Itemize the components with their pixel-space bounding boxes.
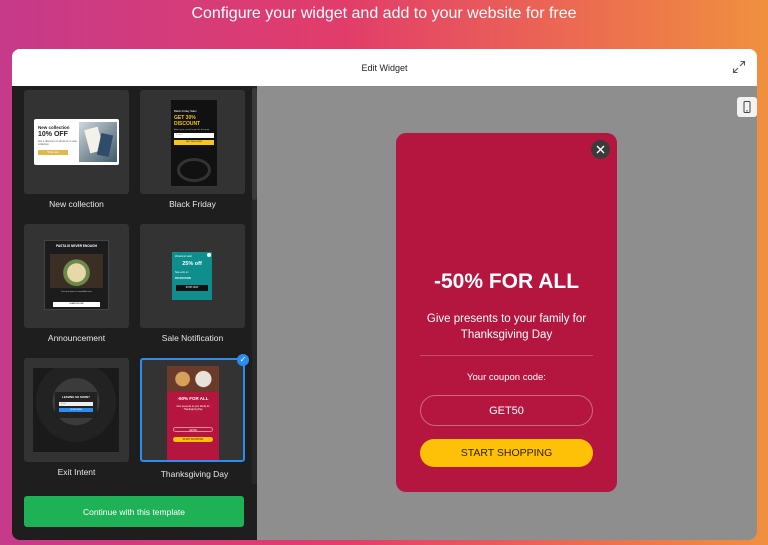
template-label: New collection (49, 199, 104, 209)
page-banner: Configure your widget and add to your we… (191, 5, 577, 22)
template-card-exit-intent[interactable]: LEAVING SO SOON? Email SUBSCRIBE Exit In… (24, 358, 129, 477)
sidebar-footer: Continue with this template (12, 484, 257, 540)
modal-title: Edit Widget (361, 62, 408, 73)
template-card-announcement[interactable]: PASTA IS NEVER ENOUGH Our new menu is av… (24, 224, 129, 343)
template-thumbnail: LEAVING SO SOON? Email SUBSCRIBE (33, 368, 119, 452)
modal-body: New collection 10% OFF Get a discount on… (12, 86, 757, 540)
template-label: Sale Notification (161, 333, 224, 343)
popup-title: -50% FOR ALL (433, 270, 580, 293)
template-thumbnail: Weekend sale! 25% off Sale ends on PAYDA… (172, 252, 212, 300)
edit-widget-modal: Edit Widget New collection 10% OFF Get a… (12, 49, 757, 540)
template-card-black-friday[interactable]: Black Friday Sale! GET 30% DISCOUNT Ente… (140, 90, 245, 209)
template-thumbnail: -50% FOR ALL Give presents to your famil… (167, 366, 219, 460)
template-card-new-collection[interactable]: New collection 10% OFF Get a discount on… (24, 90, 129, 209)
template-label: Black Friday (169, 199, 216, 209)
template-thumbnail: PASTA IS NEVER ENOUGH Our new menu is av… (44, 240, 109, 310)
template-label: Exit Intent (57, 467, 96, 477)
divider (420, 355, 593, 356)
template-label: Announcement (47, 333, 106, 343)
template-card-sale-notification[interactable]: Weekend sale! 25% off Sale ends on PAYDA… (140, 224, 245, 343)
template-label: Thanksgiving Day (160, 469, 229, 479)
template-thumbnail: Black Friday Sale! GET 30% DISCOUNT Ente… (171, 100, 217, 186)
popup-subtitle: Give presents to your family for Thanksg… (426, 313, 587, 341)
template-sidebar: New collection 10% OFF Get a discount on… (12, 86, 257, 540)
coupon-label: Your coupon code: (467, 372, 546, 383)
widget-popup: -50% FOR ALL Give presents to your famil… (396, 133, 617, 492)
mobile-phone-icon[interactable] (737, 97, 757, 117)
close-icon (207, 253, 211, 257)
continue-with-template-button[interactable]: Continue with this template (24, 496, 244, 527)
modal-header: Edit Widget (12, 49, 757, 86)
template-card-thanksgiving-day[interactable]: ✓ -50% FOR ALL Give presents to your fam… (140, 354, 249, 479)
template-thumbnail: New collection 10% OFF Get a discount on… (34, 119, 119, 165)
expand-icon[interactable] (732, 60, 746, 74)
checkmark-icon: ✓ (237, 354, 249, 366)
close-icon[interactable] (591, 140, 610, 159)
coupon-code-field[interactable]: GET50 (420, 395, 593, 426)
template-list: New collection 10% OFF Get a discount on… (12, 86, 257, 484)
start-shopping-button[interactable]: START SHOPPING (420, 439, 593, 467)
widget-preview-area: -50% FOR ALL Give presents to your famil… (257, 86, 757, 540)
